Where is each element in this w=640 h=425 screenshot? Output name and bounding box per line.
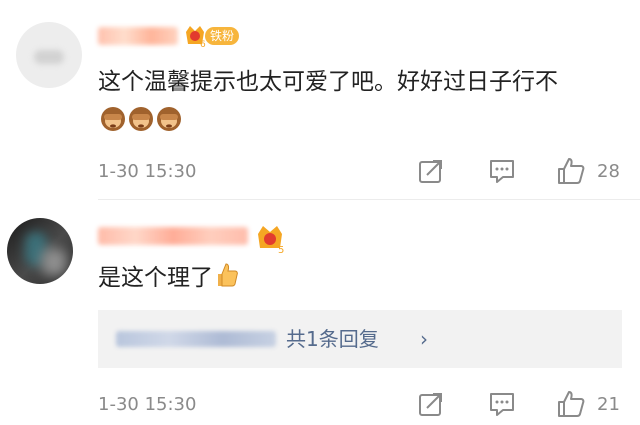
comment-text-content: 是这个理了 (98, 265, 213, 291)
comment-item: 5 是这个理了 共1条回复 › 1-30 15:30 21 (0, 0, 640, 417)
comment-text: 是这个理了 (98, 258, 240, 302)
username-blurred[interactable] (98, 227, 248, 245)
comment-icon[interactable] (488, 391, 516, 417)
crown-level: 5 (278, 245, 284, 254)
crown-level-icon: 5 (258, 226, 284, 254)
like-count: 21 (597, 394, 620, 415)
share-icon[interactable] (418, 391, 444, 417)
comment-time: 1-30 15:30 (98, 394, 197, 415)
chevron-right-icon: › (420, 327, 428, 351)
avatar[interactable] (7, 218, 73, 284)
view-replies-link[interactable]: 共1条回复 (286, 324, 379, 354)
reply-username-blurred (116, 331, 276, 347)
thumbs-up-emoji-icon (214, 261, 240, 302)
thumbs-up-icon[interactable] (556, 389, 586, 419)
replies-panel[interactable]: 共1条回复 › (98, 310, 622, 368)
